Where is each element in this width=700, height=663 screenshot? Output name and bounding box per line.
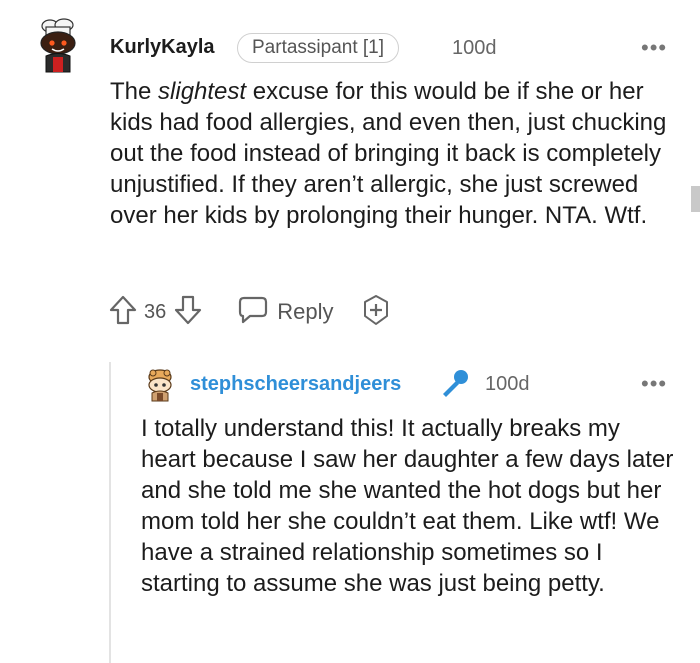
microphone-icon — [438, 368, 472, 405]
thread-line[interactable] — [109, 362, 111, 663]
award-plus-icon[interactable] — [360, 294, 392, 331]
user-flair-badge: Partassipant [1] — [237, 33, 400, 63]
comment-action-bar: 36 Reply — [108, 294, 392, 330]
chat-bubble-icon — [237, 295, 269, 330]
reply-author-avatar[interactable] — [143, 368, 177, 402]
comment-body: The slightest excuse for this would be i… — [110, 76, 685, 231]
downvote-icon[interactable] — [173, 294, 203, 331]
comment-author-name[interactable]: KurlyKayla — [110, 36, 215, 59]
comment-body-text-1: The — [110, 78, 159, 105]
vote-score: 36 — [144, 300, 167, 323]
comment-author-avatar[interactable] — [30, 18, 86, 74]
comment-timestamp: 100d — [452, 37, 497, 59]
comment-body-emphasis: slightest — [158, 78, 247, 105]
reply-button[interactable]: Reply — [237, 295, 334, 330]
reply-more-icon[interactable]: ••• — [641, 371, 667, 397]
scrollbar-thumb[interactable] — [691, 186, 700, 212]
upvote-icon[interactable] — [108, 294, 138, 331]
reply-timestamp: 100d — [485, 373, 530, 395]
reply-label: Reply — [277, 299, 334, 324]
reply-body: I totally understand this! It actually b… — [141, 415, 674, 597]
reply-author-name[interactable]: stephscheersandjeers — [190, 373, 401, 396]
comment-more-icon[interactable]: ••• — [641, 35, 667, 61]
